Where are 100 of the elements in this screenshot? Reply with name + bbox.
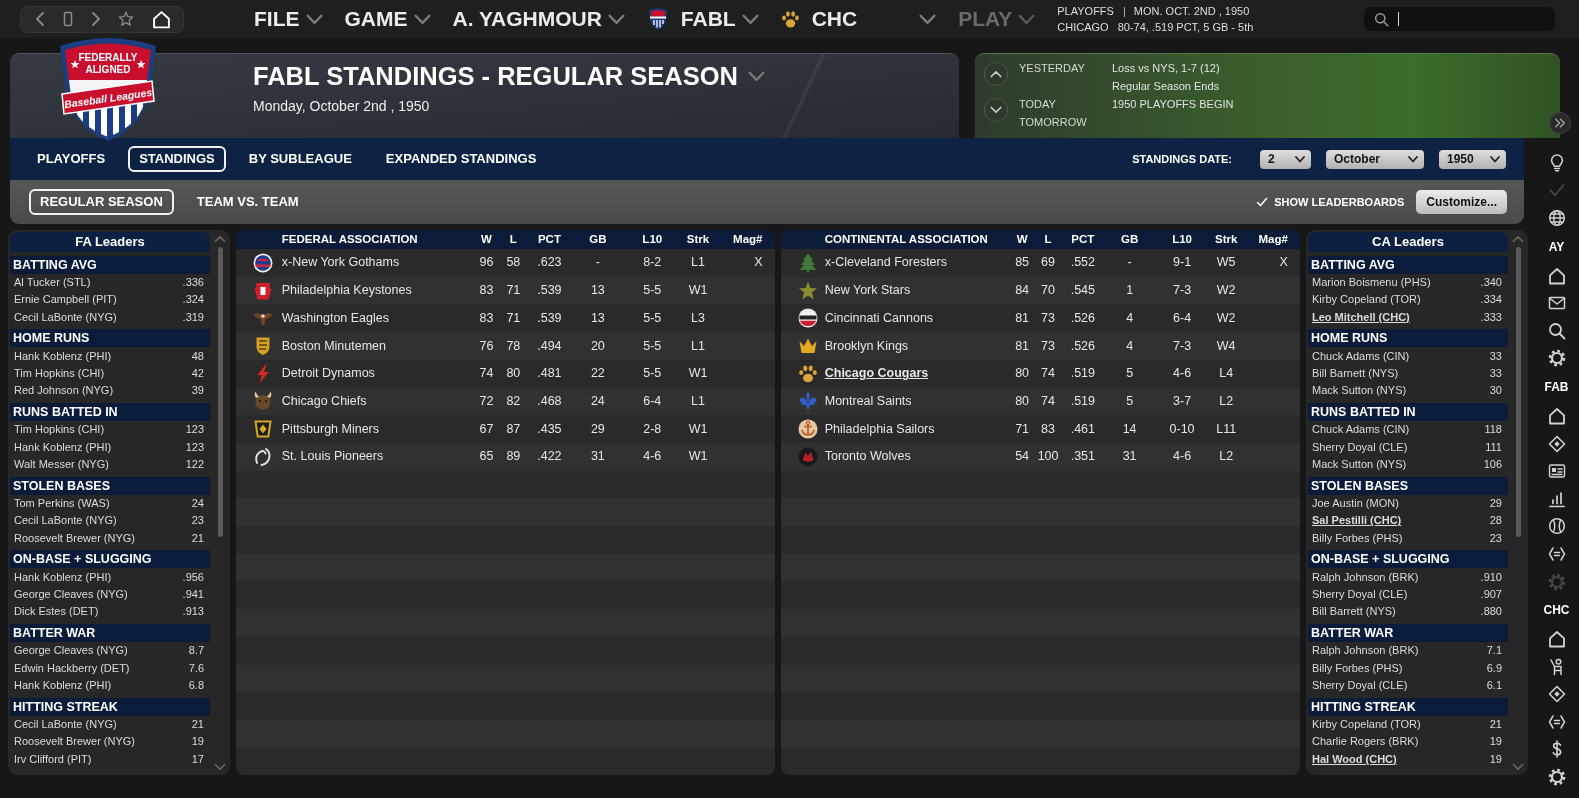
player-link[interactable]: Cecil LaBonte (NYG)	[14, 715, 117, 733]
customize-button[interactable]: Customize...	[1416, 190, 1507, 214]
player-link[interactable]: Leo Mitchell (CHC)	[1312, 308, 1410, 326]
team-link[interactable]: Washington Eagles	[281, 308, 389, 328]
tab[interactable]: PLAYOFFS	[26, 146, 117, 172]
menu-item[interactable]: CHC	[780, 7, 937, 31]
player-link[interactable]: Ralph Johnson (BRK)	[1312, 568, 1419, 586]
player-link[interactable]: Red Johnson (NYG)	[14, 382, 114, 399]
player-link[interactable]: Hank Koblenz (PHI)	[14, 438, 112, 456]
player-link[interactable]: Cecil LaBonte (NYG)	[14, 512, 117, 529]
chevron-down-icon[interactable]	[1512, 763, 1524, 771]
chevron-up-icon[interactable]	[1512, 235, 1524, 243]
player-link[interactable]: Sal Pestilli (CHC)	[1312, 512, 1402, 529]
player-link[interactable]: Hank Koblenz (PHI)	[14, 347, 112, 365]
player-link[interactable]: Sherry Doyal (CLE)	[1312, 438, 1408, 456]
team-link[interactable]: Chicago Chiefs	[281, 391, 367, 411]
player-link[interactable]: George Cleaves (NYG)	[14, 586, 128, 603]
player-link[interactable]: Hank Koblenz (PHI)	[14, 677, 112, 694]
player-link[interactable]: Sherry Doyal (CLE)	[1312, 677, 1408, 694]
rectangle-icon[interactable]	[62, 11, 73, 27]
search-icon[interactable]	[1547, 321, 1566, 340]
star-icon[interactable]	[118, 11, 135, 27]
date-select[interactable]: October	[1326, 149, 1424, 169]
date-select[interactable]: 1950	[1439, 149, 1506, 169]
up-button[interactable]	[984, 62, 1008, 86]
caret-icon[interactable]	[748, 70, 765, 82]
checkbox[interactable]	[1256, 196, 1269, 208]
player-link[interactable]: Al Tucker (STL)	[14, 273, 91, 291]
angle-brackets-icon[interactable]	[1547, 544, 1566, 563]
tab[interactable]: EXPANDED STANDINGS	[374, 146, 548, 172]
player-link[interactable]: George Cleaves (NYG)	[14, 642, 128, 659]
player-link[interactable]: Kirby Copeland (TOR)	[1312, 715, 1421, 733]
player-link[interactable]: Ernie Campbell (PIT)	[14, 291, 117, 308]
bar-chart-icon[interactable]	[1547, 489, 1566, 508]
team-link[interactable]: Philadelphia Keystones	[281, 281, 412, 300]
team-link[interactable]: St. Louis Pioneers	[281, 447, 384, 467]
team-link[interactable]: Chicago Cougars	[824, 364, 929, 383]
diamond-icon[interactable]	[1547, 685, 1566, 704]
player-link[interactable]: Mack Sutton (NYS)	[1312, 456, 1407, 473]
chevron-up-icon[interactable]	[214, 235, 226, 243]
player-link[interactable]: Marion Boismenu (PHS)	[1312, 273, 1431, 291]
globe-icon[interactable]	[1547, 209, 1566, 227]
tab[interactable]: BY SUBLEAGUE	[237, 146, 363, 172]
tab[interactable]: TEAM VS. TEAM	[185, 189, 310, 215]
team-link[interactable]: Philadelphia Sailors	[824, 419, 935, 439]
player-link[interactable]: Billy Forbes (PHS)	[1312, 659, 1403, 677]
expand-button[interactable]	[1549, 112, 1571, 134]
team-link[interactable]: Boston Minutemen	[281, 336, 386, 356]
menu-item[interactable]: FABL	[646, 7, 759, 31]
player-link[interactable]: Chuck Adams (CIN)	[1312, 347, 1410, 365]
down-button[interactable]	[984, 98, 1008, 122]
player-link[interactable]: Chuck Adams (CIN)	[1312, 421, 1410, 438]
player-link[interactable]: Mack Sutton (NYS)	[1312, 382, 1407, 399]
player-link[interactable]: Tim Hopkins (CHI)	[14, 421, 105, 438]
player-link[interactable]: Walt Messer (NYG)	[14, 456, 109, 473]
team-link[interactable]: Brooklyn Kings	[824, 336, 909, 356]
id-card-icon[interactable]	[1547, 462, 1566, 481]
home-icon[interactable]	[1547, 630, 1566, 649]
diamond-icon[interactable]	[1547, 434, 1566, 453]
player-link[interactable]: Kirby Copeland (TOR)	[1312, 291, 1421, 308]
player-link[interactable]: Roosevelt Brewer (NYG)	[14, 529, 136, 547]
angle-brackets-icon[interactable]	[1547, 712, 1566, 731]
tab[interactable]: STANDINGS	[128, 146, 226, 172]
team-link[interactable]: Toronto Wolves	[824, 447, 911, 467]
player-link[interactable]: Cecil LaBonte (NYG)	[14, 308, 117, 326]
team-link[interactable]: New York Stars	[824, 281, 911, 300]
scrollbar-thumb[interactable]	[217, 247, 223, 537]
player-link[interactable]: Edwin Hackberry (DET)	[14, 659, 130, 677]
tab[interactable]: REGULAR SEASON	[29, 189, 174, 215]
player-link[interactable]: Tom Perkins (WAS)	[14, 494, 110, 512]
team-link[interactable]: Montreal Saints	[824, 391, 912, 411]
home-icon[interactable]	[1547, 406, 1566, 425]
scrollbar-thumb[interactable]	[1515, 247, 1521, 537]
player-link[interactable]: Ralph Johnson (BRK)	[1312, 642, 1419, 659]
team-link[interactable]: Pittsburgh Miners	[281, 419, 380, 439]
baseball-icon[interactable]	[1547, 517, 1566, 536]
date-select[interactable]: 2	[1260, 149, 1311, 169]
player-link[interactable]: Sherry Doyal (CLE)	[1312, 586, 1408, 603]
player-link[interactable]: Tim Hopkins (CHI)	[14, 365, 105, 382]
team-link[interactable]: x-New York Gothams	[281, 253, 400, 273]
team-link[interactable]: x-Cleveland Foresters	[824, 253, 947, 273]
player-link[interactable]: Irv Clifford (PIT)	[14, 750, 92, 768]
player-link[interactable]: Roosevelt Brewer (NYG)	[14, 733, 136, 750]
player-link[interactable]: Bill Barrett (NYS)	[1312, 603, 1396, 620]
menu-item[interactable]: GAME	[344, 7, 431, 31]
player-link[interactable]: Hal Wood (CHC)	[1312, 750, 1397, 768]
menu-item[interactable]: A. YAGHMOUR	[452, 7, 625, 31]
player-link[interactable]: Hank Koblenz (PHI)	[14, 568, 112, 586]
menu-item[interactable]: FILE	[254, 7, 323, 31]
player-link[interactable]: Billy Forbes (PHS)	[1312, 529, 1403, 547]
chevron-right-icon[interactable]	[90, 11, 101, 27]
search-field[interactable]	[1364, 7, 1555, 31]
player-link[interactable]: Bill Barnett (NYS)	[1312, 365, 1399, 382]
chevron-left-icon[interactable]	[35, 11, 45, 27]
home-icon[interactable]	[1547, 266, 1566, 285]
player-link[interactable]: Joe Austin (MON)	[1312, 494, 1399, 512]
player-link[interactable]: Charlie Rogers (BRK)	[1312, 733, 1419, 750]
player-link[interactable]: Dick Estes (DET)	[14, 603, 99, 620]
team-link[interactable]: Cincinnati Cannons	[824, 308, 934, 328]
chevron-down-icon[interactable]	[214, 763, 226, 771]
